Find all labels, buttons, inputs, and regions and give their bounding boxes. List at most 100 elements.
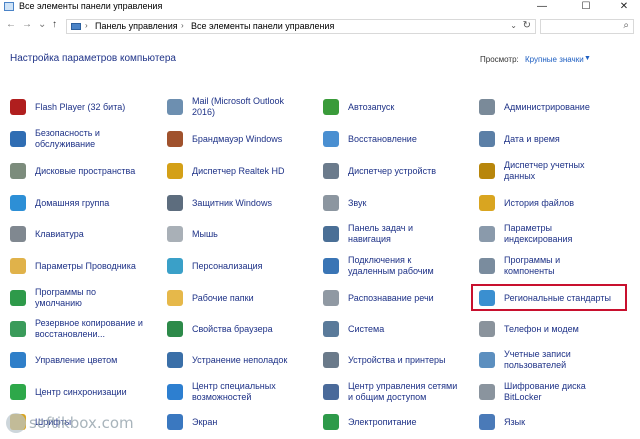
item-file-history[interactable]: История файлов	[479, 189, 629, 217]
item-system[interactable]: Система	[323, 315, 473, 343]
item-storage[interactable]: Дисковые пространства	[10, 157, 160, 185]
recovery-icon	[323, 131, 339, 147]
item-color-management[interactable]: Управление цветом	[10, 346, 160, 374]
view-dropdown-arrow-icon[interactable]: ▼	[584, 55, 591, 62]
item-power[interactable]: Электропитание	[323, 408, 473, 436]
item-label: Центр управления сетями и общим доступом	[348, 381, 458, 402]
item-users[interactable]: Учетные записи пользователей	[479, 346, 629, 374]
item-microphone[interactable]: Распознавание речи	[323, 284, 473, 312]
item-clock[interactable]: Дата и время	[479, 125, 629, 153]
storage-icon	[10, 163, 26, 179]
back-button[interactable]: ←	[6, 19, 16, 31]
bitlocker-icon	[479, 384, 495, 400]
maximize-button[interactable]: ☐	[572, 0, 600, 14]
page-title: Настройка параметров компьютера	[10, 53, 176, 64]
breadcrumb-separator[interactable]: ›	[181, 21, 184, 30]
item-label: Восстановление	[348, 133, 417, 144]
item-taskbar[interactable]: Панель задач и навигация	[323, 220, 473, 248]
item-bitlocker[interactable]: Шифрование диска BitLocker	[479, 378, 629, 406]
item-label: Распознавание речи	[348, 292, 434, 303]
item-indexing[interactable]: Параметры индексирования	[479, 220, 629, 248]
item-language[interactable]: Язык	[479, 408, 629, 436]
item-troubleshoot[interactable]: Устранение неполадок	[167, 346, 317, 374]
recent-locations-button[interactable]: ⌄	[38, 19, 46, 31]
item-remote[interactable]: Подключения к удаленным рабочим	[323, 252, 473, 280]
defender-icon	[167, 195, 183, 211]
item-defender[interactable]: Защитник Windows	[167, 189, 317, 217]
item-label: Язык	[504, 416, 526, 427]
item-firewall[interactable]: Брандмауэр Windows	[167, 125, 317, 153]
printer-icon	[323, 352, 339, 368]
item-credential[interactable]: Диспетчер учетных данных	[479, 157, 629, 185]
item-flag[interactable]: Безопасность и обслуживание	[10, 125, 160, 153]
item-label: Электропитание	[348, 416, 417, 427]
credential-icon	[479, 163, 495, 179]
item-label: Учетные записи пользователей	[504, 349, 571, 370]
users-icon	[479, 352, 495, 368]
breadcrumb-separator: ›	[85, 21, 88, 30]
item-label: Диспетчер учетных данных	[504, 160, 585, 181]
minimize-button[interactable]: —	[528, 0, 556, 14]
forward-button[interactable]: →	[22, 19, 32, 31]
watermark-logo-icon	[6, 413, 26, 433]
item-programs[interactable]: Программы и компоненты	[479, 252, 629, 280]
close-button[interactable]: ✕	[610, 0, 638, 14]
device-manager-icon	[323, 163, 339, 179]
item-flash[interactable]: Flash Player (32 бита)	[10, 93, 160, 121]
item-recovery[interactable]: Восстановление	[323, 125, 473, 153]
item-sound[interactable]: Звук	[323, 189, 473, 217]
work-folders-icon	[167, 290, 183, 306]
item-device-manager[interactable]: Диспетчер устройств	[323, 157, 473, 185]
item-label: Управление цветом	[35, 354, 118, 365]
item-label: Центр специальных возможностей	[192, 381, 276, 402]
item-label: Рабочие папки	[192, 292, 254, 303]
item-label: Мышь	[192, 228, 218, 239]
speaker-icon	[167, 163, 183, 179]
item-autoplay[interactable]: Автозапуск	[323, 93, 473, 121]
item-sync[interactable]: Центр синхронизации	[10, 378, 160, 406]
item-network[interactable]: Центр управления сетями и общим доступом	[323, 378, 473, 406]
item-default-programs[interactable]: Программы по умолчанию	[10, 284, 160, 312]
item-label: Шифрование диска BitLocker	[504, 381, 586, 402]
item-work-folders[interactable]: Рабочие папки	[167, 284, 317, 312]
folder-options-icon	[10, 258, 26, 274]
power-icon	[323, 414, 339, 430]
item-personalization[interactable]: Персонализация	[167, 252, 317, 280]
autoplay-icon	[323, 99, 339, 115]
address-bar[interactable]: › Панель управления › Все элементы панел…	[66, 19, 536, 34]
title-bar: Все элементы панели управления — ☐ ✕	[0, 0, 640, 14]
item-homegroup[interactable]: Домашняя группа	[10, 189, 160, 217]
globe-icon	[479, 290, 495, 306]
item-internet-options[interactable]: Свойства браузера	[167, 315, 317, 343]
address-dropdown-icon[interactable]: ⌄	[510, 21, 517, 30]
item-mail[interactable]: Mail (Microsoft Outlook 2016)	[167, 93, 317, 121]
item-backup[interactable]: Резервное копирование и восстановлени...	[10, 315, 160, 343]
item-phone[interactable]: Телефон и модем	[479, 315, 629, 343]
item-accessibility[interactable]: Центр специальных возможностей	[167, 378, 317, 406]
item-folder-options[interactable]: Параметры Проводника	[10, 252, 160, 280]
item-label: Устройства и принтеры	[348, 354, 446, 365]
item-globe[interactable]: Региональные стандарты	[479, 284, 629, 312]
refresh-icon[interactable]: ↻	[523, 20, 531, 31]
item-printer[interactable]: Устройства и принтеры	[323, 346, 473, 374]
view-mode-dropdown[interactable]: Крупные значки	[525, 55, 584, 64]
breadcrumb-all-items[interactable]: Все элементы панели управления	[191, 21, 334, 31]
item-keyboard[interactable]: Клавиатура	[10, 220, 160, 248]
sync-icon	[10, 384, 26, 400]
address-row: ← → ⌄ ↑ › Панель управления › Все элемен…	[0, 14, 640, 38]
search-input[interactable]: ⌕	[540, 19, 634, 34]
breadcrumb-control-panel[interactable]: Панель управления	[95, 21, 178, 31]
mail-icon	[167, 99, 183, 115]
search-icon[interactable]: ⌕	[623, 20, 629, 31]
item-display[interactable]: Экран	[167, 408, 317, 436]
up-button[interactable]: ↑	[52, 19, 57, 31]
item-admin-tools[interactable]: Администрирование	[479, 93, 629, 121]
phone-icon	[479, 321, 495, 337]
item-speaker[interactable]: Диспетчер Realtek HD	[167, 157, 317, 185]
microphone-icon	[323, 290, 339, 306]
network-icon	[323, 384, 339, 400]
default-programs-icon	[10, 290, 26, 306]
item-mouse[interactable]: Мышь	[167, 220, 317, 248]
item-label: Программы и компоненты	[504, 255, 561, 276]
backup-icon	[10, 321, 26, 337]
